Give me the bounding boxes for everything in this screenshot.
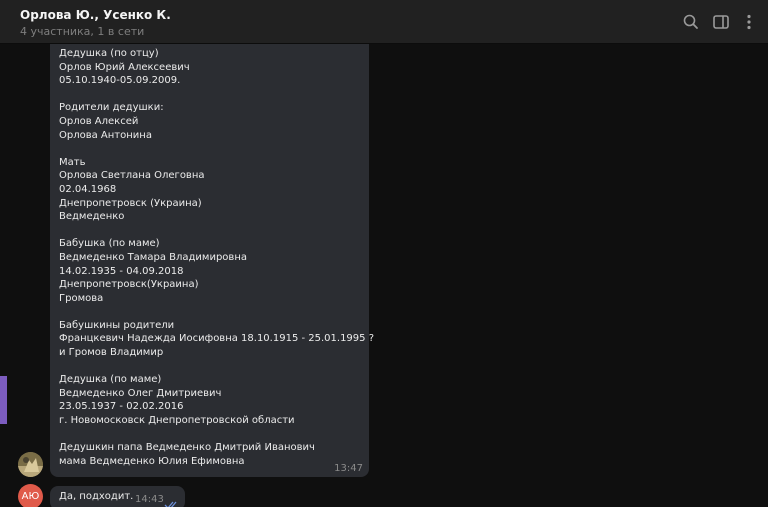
chat-header: Орлова Ю., Усенко К. 4 участника, 1 в се… xyxy=(0,0,768,44)
message-line: Орлов Алексей xyxy=(59,115,139,127)
message-line: Орлова Светлана Олеговна xyxy=(59,170,205,182)
message-line: Дедушка (по отцу) xyxy=(59,48,159,59)
message-line: 23.05.1937 - 02.02.2016 xyxy=(59,401,184,413)
chat-title[interactable]: Орлова Ю., Усенко К. xyxy=(20,8,171,22)
message-line: Бабушка (по маме) xyxy=(59,238,160,250)
message-line: Орлов Юрий Алексеевич xyxy=(59,61,190,73)
message-line: 02.04.1968 xyxy=(59,183,117,195)
message-line: г. Новомосковск Днепропетровской области xyxy=(59,415,295,427)
chat-members-status: 4 участника, 1 в сети xyxy=(20,25,145,38)
message-line: Днепропетровск(Украина) xyxy=(59,279,199,291)
avatar[interactable] xyxy=(18,452,43,477)
message-line: Ведмеденко Тамара Владимировна xyxy=(59,251,247,263)
message-line: Дедушка (по маме) xyxy=(59,374,162,386)
message-line: 05.10.1940-05.09.2009. xyxy=(59,75,181,87)
message-bubble[interactable]: Да, подходит. 14:43 xyxy=(50,486,185,507)
message-history[interactable]: Дедушка (по отцу) Орлов Юрий Алексеевич 05… xyxy=(0,44,768,507)
sidebar-toggle-icon[interactable] xyxy=(711,12,731,32)
message-bubble[interactable]: Дедушка (по отцу) Орлов Юрий Алексеевич 05… xyxy=(50,44,375,477)
message-time: 14:43 xyxy=(135,494,164,505)
more-vertical-icon[interactable] xyxy=(739,12,759,32)
message-line: Мать xyxy=(59,156,86,168)
message-line: Днепропетровск (Украина) xyxy=(59,197,202,209)
chat-window: Орлова Ю., Усенко К. 4 участника, 1 в се… xyxy=(0,0,768,507)
selection-indicator xyxy=(0,376,7,424)
message-line: и Громов Владимир xyxy=(59,347,164,359)
message-line: 14.02.1935 - 04.09.2018 xyxy=(59,265,184,277)
avatar[interactable]: АЮ xyxy=(18,484,43,507)
message-time: 13:47 xyxy=(334,463,363,474)
message-line: Родители дедушки: xyxy=(59,102,164,114)
message-line: Орлова Антонина xyxy=(59,129,152,141)
message-line: Бабушкины родители xyxy=(59,319,175,331)
message-line: Ведмеденко xyxy=(59,211,125,223)
double-check-icon xyxy=(164,495,180,507)
message-line: Францкевич Надежда Иосифовна 18.10.1915 … xyxy=(59,333,375,345)
message-text: Дедушка (по отцу) Орлов Юрий Алексеевич 05… xyxy=(59,47,375,468)
message-line: Громова xyxy=(59,292,104,304)
message-line: мама Ведмеденко Юлия Ефимовна xyxy=(59,455,245,467)
message-line: Дедушкин папа Ведмеденко Дмитрий Иванови… xyxy=(59,442,315,454)
message-text: Да, подходит. xyxy=(59,491,134,502)
search-icon[interactable] xyxy=(681,12,701,32)
message-line: Ведмеденко Олег Дмитриевич xyxy=(59,387,222,399)
